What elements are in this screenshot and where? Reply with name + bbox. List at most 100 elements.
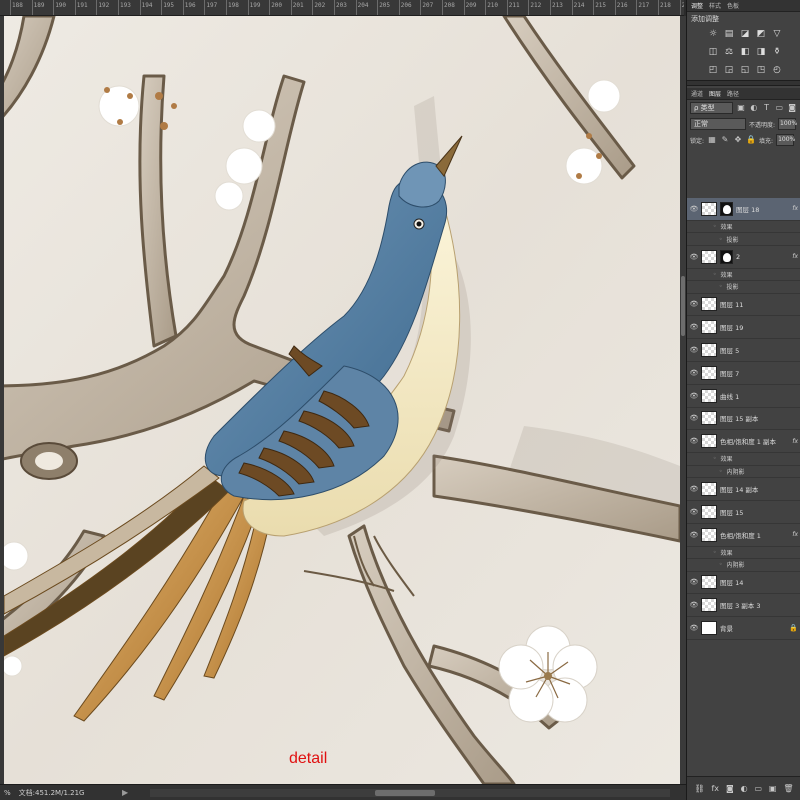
layer-row[interactable]: 👁 图层 11 xyxy=(687,294,800,317)
layer-name[interactable]: 背景 xyxy=(720,623,733,633)
panel-tab[interactable]: 色板 xyxy=(727,1,739,10)
layer-name[interactable]: 图层 15 xyxy=(720,507,743,517)
layers-footer-icon[interactable]: ◐ xyxy=(741,784,748,793)
visibility-eye-icon[interactable]: 👁 xyxy=(687,601,701,609)
layer-row[interactable]: 👁 曲线 1 xyxy=(687,385,800,408)
layer-fx-icon[interactable]: fx xyxy=(792,438,798,445)
panel-tab[interactable]: 调整 xyxy=(691,1,703,10)
visibility-eye-icon[interactable]: 👁 xyxy=(687,624,701,632)
opacity-input[interactable]: 100% xyxy=(778,118,797,130)
layer-row[interactable]: 👁 图层 15 副本 xyxy=(687,408,800,431)
document-canvas[interactable]: detail xyxy=(4,16,680,784)
filter-pixel-icon[interactable]: ▣ xyxy=(736,103,746,113)
layers-footer-icon[interactable]: 🗑 xyxy=(783,784,793,793)
layer-effect-row[interactable]: ◦ 投影 xyxy=(687,281,800,294)
visibility-eye-icon[interactable]: 👁 xyxy=(687,205,701,213)
layer-name[interactable]: 图层 19 xyxy=(720,322,743,332)
adjustment-icon[interactable]: ◳ xyxy=(755,64,767,76)
layer-row[interactable]: 👁 图层 14 副本 xyxy=(687,478,800,501)
layer-name[interactable]: 图层 5 xyxy=(720,345,739,355)
layer-effect-row[interactable]: ◦ 效果 xyxy=(687,221,800,234)
layer-row[interactable]: 👁 图层 18 fx xyxy=(687,198,800,221)
layer-name[interactable]: 图层 18 xyxy=(736,204,759,214)
layer-fx-icon[interactable]: fx xyxy=(792,253,798,260)
visibility-eye-icon[interactable]: 👁 xyxy=(687,578,701,586)
layer-name[interactable]: 色相/饱和度 1 xyxy=(720,530,761,540)
layer-mask-thumbnail[interactable] xyxy=(720,249,733,264)
adjustment-icon[interactable]: ◧ xyxy=(739,46,751,58)
layer-name[interactable]: 图层 3 副本 3 xyxy=(720,600,760,610)
visibility-eye-icon[interactable]: 👁 xyxy=(687,508,701,516)
visibility-eye-icon[interactable]: 👁 xyxy=(687,300,701,308)
layers-footer-icon[interactable]: ▣ xyxy=(769,784,777,793)
layer-name[interactable]: 图层 15 副本 xyxy=(720,413,758,423)
horizontal-scrollbar[interactable] xyxy=(150,789,670,797)
adjustment-icon[interactable]: ◲ xyxy=(723,64,735,76)
status-menu-arrow-icon[interactable]: ▶ xyxy=(122,788,128,797)
panel-tab[interactable]: 样式 xyxy=(709,1,721,10)
adjustment-icon[interactable]: ◱ xyxy=(739,64,751,76)
adjustment-icon[interactable]: ◩ xyxy=(755,28,767,40)
layer-effect-row[interactable]: ◦ 投影 xyxy=(687,233,800,246)
adjustment-icon[interactable]: ◨ xyxy=(755,46,767,58)
layer-name[interactable]: 图层 14 xyxy=(720,577,743,587)
layer-row[interactable]: 👁 色相/饱和度 1 fx xyxy=(687,524,800,547)
layer-row[interactable]: 👁 图层 7 xyxy=(687,362,800,385)
layer-row[interactable]: 👁 背景 🔒 xyxy=(687,617,800,640)
layer-name[interactable]: 图层 14 副本 xyxy=(720,484,758,494)
visibility-eye-icon[interactable]: 👁 xyxy=(687,346,701,354)
adjustment-icon[interactable]: ◰ xyxy=(707,64,719,76)
visibility-eye-icon[interactable]: 👁 xyxy=(687,531,701,539)
layer-name[interactable]: 2 xyxy=(736,253,740,261)
effect-visibility-icon[interactable]: ◦ xyxy=(713,549,717,556)
fill-input[interactable]: 100% xyxy=(776,134,795,146)
adjustment-icon[interactable]: ⚖ xyxy=(723,46,735,58)
adjustment-icon[interactable]: ◪ xyxy=(739,28,751,40)
layer-row[interactable]: 👁 图层 14 xyxy=(687,572,800,595)
layer-name[interactable]: 曲线 1 xyxy=(720,391,739,401)
document-info[interactable]: 文档:451.2M/1.21G xyxy=(19,788,85,798)
filter-adjust-icon[interactable]: ◐ xyxy=(749,103,759,113)
panel-tab[interactable]: 路径 xyxy=(727,89,739,98)
filter-shape-icon[interactable]: ▭ xyxy=(774,103,784,113)
layer-effect-row[interactable]: ◦ 内阴影 xyxy=(687,559,800,572)
layer-name[interactable]: 图层 7 xyxy=(720,368,739,378)
visibility-eye-icon[interactable]: 👁 xyxy=(687,369,701,377)
effect-visibility-icon[interactable]: ◦ xyxy=(713,271,717,278)
layer-effect-row[interactable]: ◦ 效果 xyxy=(687,453,800,466)
visibility-eye-icon[interactable]: 👁 xyxy=(687,253,701,261)
lock-brush-icon[interactable]: ✎ xyxy=(720,135,730,145)
visibility-eye-icon[interactable]: 👁 xyxy=(687,485,701,493)
adjustment-icon[interactable]: ◴ xyxy=(771,64,783,76)
layers-footer-icon[interactable]: ▭ xyxy=(754,784,762,793)
visibility-eye-icon[interactable]: 👁 xyxy=(687,392,701,400)
visibility-eye-icon[interactable]: 👁 xyxy=(687,437,701,445)
layer-row[interactable]: 👁 图层 5 xyxy=(687,339,800,362)
layer-fx-icon[interactable]: fx xyxy=(792,205,798,212)
layers-footer-icon[interactable]: fx xyxy=(711,784,719,793)
lock-all-icon[interactable]: 🔒 xyxy=(746,135,756,145)
layer-effect-row[interactable]: ◦ 效果 xyxy=(687,547,800,560)
layer-effect-row[interactable]: ◦ 效果 xyxy=(687,269,800,282)
effect-visibility-icon[interactable]: ◦ xyxy=(719,468,723,475)
layer-row[interactable]: 👁 2 fx xyxy=(687,246,800,269)
panel-tab[interactable]: 图层 xyxy=(709,89,721,98)
layer-name[interactable]: 色相/饱和度 1 副本 xyxy=(720,436,776,446)
layer-row[interactable]: 👁 图层 3 副本 3 xyxy=(687,594,800,618)
panel-tab[interactable]: 通道 xyxy=(691,89,703,98)
lock-transparent-icon[interactable]: ▦ xyxy=(707,135,717,145)
adjustment-icon[interactable]: ▽ xyxy=(771,28,783,40)
filter-smart-icon[interactable]: ◙ xyxy=(787,103,797,113)
adjustment-icon[interactable]: ▤ xyxy=(723,28,735,40)
adjustment-icon[interactable]: ◫ xyxy=(707,46,719,58)
visibility-eye-icon[interactable]: 👁 xyxy=(687,323,701,331)
layer-name[interactable]: 图层 11 xyxy=(720,299,743,309)
layer-kind-filter[interactable]: ρ 类型 xyxy=(690,102,734,114)
adjustment-icon[interactable]: ☼ xyxy=(707,28,719,40)
layer-effect-row[interactable]: ◦ 内阴影 xyxy=(687,466,800,479)
effect-visibility-icon[interactable]: ◦ xyxy=(719,561,723,568)
horizontal-scroll-thumb[interactable] xyxy=(375,790,435,796)
layer-mask-thumbnail[interactable] xyxy=(720,201,733,216)
effect-visibility-icon[interactable]: ◦ xyxy=(713,455,717,462)
effect-visibility-icon[interactable]: ◦ xyxy=(719,236,723,243)
